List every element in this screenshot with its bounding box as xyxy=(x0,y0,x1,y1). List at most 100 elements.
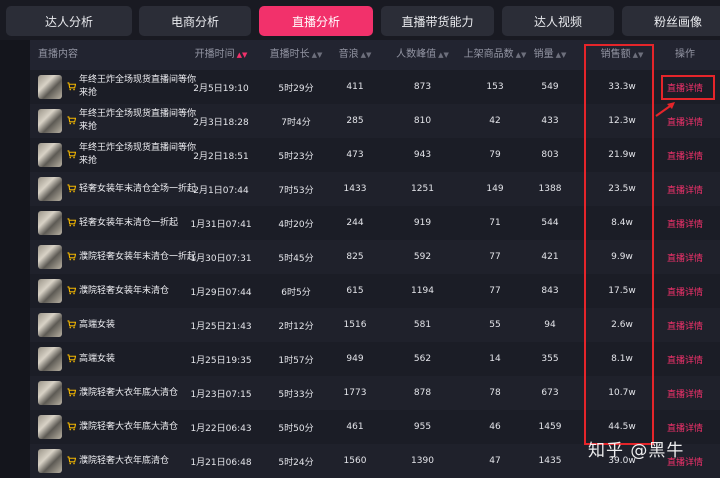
table-row: 濮院轻奢女装年末清仓一折起 1月30日07:31 5时45分 825 592 77 421 9… xyxy=(30,240,720,275)
header-start-time[interactable]: 开播时间 ▲▼ xyxy=(180,40,262,70)
sort-icon: ▲▼ xyxy=(236,51,248,59)
live-thumbnail[interactable] xyxy=(38,415,62,439)
peak-viewers-cell: 592 xyxy=(413,252,432,262)
header-peak-viewers[interactable]: 人数峰值 ▲▼ xyxy=(385,40,460,70)
sort-icon: ▲▼ xyxy=(555,51,567,59)
sales-amount-cell: 33.3w xyxy=(608,82,636,92)
sales-count-cell: 433 xyxy=(541,116,559,126)
tab-influencer-analysis[interactable]: 达人分析 xyxy=(6,6,132,36)
live-detail-link[interactable]: 直播详情 xyxy=(662,342,708,376)
live-thumbnail[interactable] xyxy=(38,245,62,269)
table-row: 高端女装 1月25日21:43 2时12分 1516 581 55 94 2.6w 直播详情 xyxy=(30,308,720,343)
live-detail-link[interactable]: 直播详情 xyxy=(662,138,708,172)
peak-viewers-cell: 810 xyxy=(413,116,432,126)
cart-icon xyxy=(67,218,76,227)
sales-count-cell: 355 xyxy=(541,354,559,364)
live-thumbnail[interactable] xyxy=(38,313,62,337)
peak-viewers-cell: 562 xyxy=(413,354,432,364)
live-thumbnail[interactable] xyxy=(38,347,62,371)
live-detail-link[interactable]: 直播详情 xyxy=(662,240,708,274)
sales-amount-cell: 23.5w xyxy=(608,184,636,194)
live-thumbnail[interactable] xyxy=(38,143,62,167)
duration-cell: 7时4分 xyxy=(281,117,311,128)
header-sound-waves[interactable]: 音浪 ▲▼ xyxy=(330,40,380,70)
header-sales-amount[interactable]: 销售额 ▲▼ xyxy=(590,40,654,70)
header-action: 操作 xyxy=(675,49,695,60)
duration-cell: 4时20分 xyxy=(278,219,314,230)
sales-amount-cell: 17.5w xyxy=(608,286,636,296)
live-thumbnail[interactable] xyxy=(38,177,62,201)
live-detail-link[interactable]: 直播详情 xyxy=(662,376,708,410)
sales-count-cell: 94 xyxy=(544,320,556,330)
tab-live-analysis[interactable]: 直播分析 xyxy=(259,6,373,36)
header-content: 直播内容 xyxy=(38,49,78,60)
header-sales-count[interactable]: 销量 ▲▼ xyxy=(525,40,575,70)
duration-cell: 5时50分 xyxy=(278,423,314,434)
sort-icon: ▲▼ xyxy=(438,51,449,59)
sound-waves-cell: 461 xyxy=(346,422,364,432)
tab-fan-profile[interactable]: 粉丝画像 xyxy=(622,6,720,36)
sales-count-cell: 544 xyxy=(541,218,559,228)
duration-cell: 6时5分 xyxy=(281,287,311,298)
cart-icon xyxy=(67,82,76,91)
live-detail-link[interactable]: 直播详情 xyxy=(662,274,708,308)
sound-waves-cell: 825 xyxy=(346,252,364,262)
duration-cell: 5时24分 xyxy=(278,457,314,468)
peak-viewers-cell: 878 xyxy=(413,388,432,398)
sound-waves-cell: 244 xyxy=(346,218,364,228)
tab-bar: 达人分析 电商分析 直播分析 直播带货能力 达人视频 粉丝画像 xyxy=(0,0,720,40)
start-time-cell: 1月30日07:31 xyxy=(190,253,252,264)
tab-ecommerce-analysis[interactable]: 电商分析 xyxy=(139,6,251,36)
table-row: 濮院轻奢女装年末清仓 1月29日07:44 6时5分 615 1194 77 843 17.5… xyxy=(30,274,720,309)
peak-viewers-cell: 1251 xyxy=(411,184,434,194)
duration-cell: 5时23分 xyxy=(278,151,314,162)
sales-count-cell: 673 xyxy=(541,388,559,398)
live-thumbnail[interactable] xyxy=(38,449,62,473)
start-time-cell: 2月5日19:10 xyxy=(193,83,249,94)
sales-amount-cell: 9.9w xyxy=(611,252,633,262)
sound-waves-cell: 411 xyxy=(346,82,364,92)
peak-viewers-cell: 873 xyxy=(413,82,432,92)
live-thumbnail[interactable] xyxy=(38,279,62,303)
sales-amount-cell: 8.1w xyxy=(611,354,633,364)
live-thumbnail[interactable] xyxy=(38,381,62,405)
live-sessions-table: 直播内容 开播时间 ▲▼ 直播时长 ▲▼ 音浪 ▲▼ 人数峰值 ▲▼ 上架商品数 ▲▼ 销… xyxy=(30,40,720,478)
header-duration[interactable]: 直播时长 ▲▼ xyxy=(255,40,337,70)
tab-influencer-videos[interactable]: 达人视频 xyxy=(502,6,614,36)
table-row: 高端女装 1月25日19:35 1时57分 949 562 14 355 8.1w 直播详情 xyxy=(30,342,720,377)
start-time-cell: 2月1日07:44 xyxy=(193,185,249,196)
live-thumbnail[interactable] xyxy=(38,211,62,235)
live-detail-link[interactable]: 直播详情 xyxy=(662,206,708,240)
peak-viewers-cell: 943 xyxy=(413,150,432,160)
live-thumbnail[interactable] xyxy=(38,109,62,133)
cart-icon xyxy=(67,252,76,261)
duration-cell: 2时12分 xyxy=(278,321,314,332)
live-detail-link[interactable]: 直播详情 xyxy=(662,308,708,342)
start-time-cell: 1月31日07:41 xyxy=(190,219,252,230)
duration-cell: 5时33分 xyxy=(278,389,314,400)
table-row: 年终王炸全场现货直播间等你来抢 2月2日18:51 5时23分 473 943 79 803… xyxy=(30,138,720,173)
live-thumbnail[interactable] xyxy=(38,75,62,99)
sales-count-cell: 1459 xyxy=(538,422,562,432)
start-time-cell: 2月2日18:51 xyxy=(193,151,249,162)
start-time-cell: 1月25日21:43 xyxy=(190,321,252,332)
start-time-cell: 1月25日19:35 xyxy=(190,355,252,366)
sound-waves-cell: 473 xyxy=(346,150,364,160)
sort-icon: ▲▼ xyxy=(360,51,372,59)
sound-waves-cell: 285 xyxy=(346,116,364,126)
live-detail-link[interactable]: 直播详情 xyxy=(662,172,708,206)
duration-cell: 1时57分 xyxy=(278,355,314,366)
sound-waves-cell: 615 xyxy=(346,286,364,296)
table-row: 年终王炸全场现货直播间等你来抢 2月3日18:28 7时4分 285 810 42 433 1… xyxy=(30,104,720,139)
cart-icon xyxy=(67,354,76,363)
sound-waves-cell: 1773 xyxy=(343,388,367,398)
cart-icon xyxy=(67,150,76,159)
duration-cell: 7时53分 xyxy=(278,185,314,196)
cart-icon xyxy=(67,286,76,295)
peak-viewers-cell: 581 xyxy=(413,320,432,330)
peak-viewers-cell: 955 xyxy=(413,422,432,432)
live-detail-link[interactable]: 直播详情 xyxy=(662,70,708,104)
tab-live-sales-ability[interactable]: 直播带货能力 xyxy=(381,6,494,36)
peak-viewers-cell: 1194 xyxy=(411,286,434,296)
table-row: 轻奢女装年末清仓一折起 1月31日07:41 4时20分 244 919 71 544 8.4… xyxy=(30,206,720,241)
